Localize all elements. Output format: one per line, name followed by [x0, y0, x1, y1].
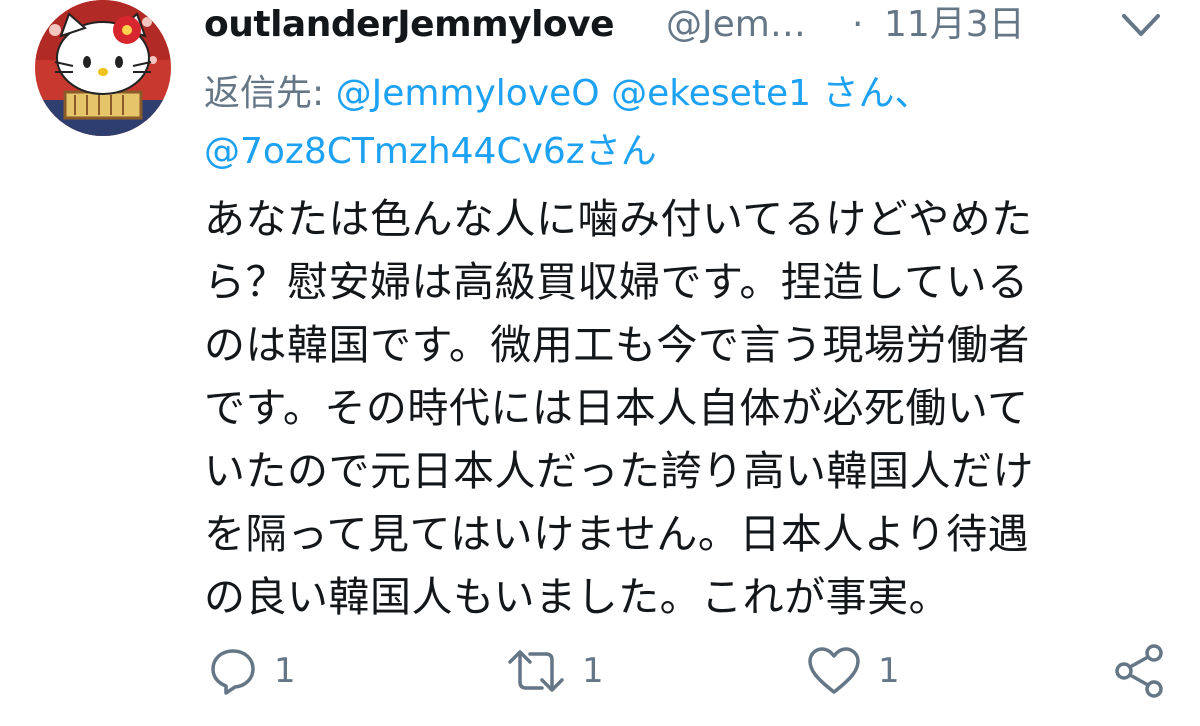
tweet-text-line: を隔って見てはいけません。日本人より待遇 — [204, 510, 1030, 558]
reply-mention-suffix: さん、 — [811, 73, 931, 114]
tweet-actions: 1 1 1 — [0, 636, 1200, 706]
reply-prefix: 返信先: — [204, 73, 336, 114]
chevron-down-icon[interactable] — [1118, 6, 1164, 46]
reply-icon — [208, 646, 258, 696]
tweet-text-line: のは韓国です。微用工も今で言う現場労働者 — [204, 321, 1030, 369]
tweet-text-line: です。その時代には日本人自体が必死働いて — [204, 384, 1029, 432]
tweet-text-line: ら？慰安婦は高級買収婦です。捏造している — [204, 258, 1029, 306]
reply-mention-link[interactable]: @7oz8CTmzh44Cv6z — [204, 131, 585, 172]
retweet-icon — [506, 646, 566, 696]
tweet-header: outlanderJemmylove @Jem… · 11月3日 — [204, 0, 1164, 50]
retweet-button[interactable]: 1 — [506, 636, 604, 706]
replying-to: 返信先: @JemmyloveO @ekesete1 さん、 — [204, 68, 930, 120]
reply-button[interactable]: 1 — [208, 636, 296, 706]
share-icon — [1112, 643, 1168, 699]
avatar[interactable] — [35, 0, 171, 136]
display-name[interactable]: outlanderJemmylove — [204, 0, 615, 50]
like-count: 1 — [878, 651, 900, 691]
reply-count: 1 — [274, 651, 296, 691]
tweet-text-line: の良い韓国人もいました。これが事実。 — [204, 573, 951, 621]
tweet-text-line: いたので元日本人だった誇り高い韓国人だけ — [204, 447, 1034, 495]
replying-to-continued: @7oz8CTmzh44Cv6zさん — [204, 126, 657, 178]
reply-mention-link[interactable]: @JemmyloveO — [336, 73, 600, 114]
tweet-text: あなたは色んな人に噛み付いてるけどやめた ら？慰安婦は高級買収婦です。捏造してい… — [204, 188, 1154, 629]
share-button[interactable] — [1112, 636, 1168, 706]
reply-mention-suffix: さん — [584, 131, 657, 172]
user-handle[interactable]: @Jem… — [666, 0, 806, 50]
avatar-image — [35, 0, 171, 136]
retweet-count: 1 — [582, 651, 604, 691]
tweet-date[interactable]: 11月3日 — [884, 0, 1025, 50]
separator-dot: · — [852, 4, 864, 45]
reply-mention-link[interactable]: @ekesete1 — [611, 73, 811, 114]
tweet-text-line: あなたは色んな人に噛み付いてるけどやめた — [204, 195, 1033, 243]
like-button[interactable]: 1 — [806, 636, 900, 706]
heart-icon — [806, 646, 862, 696]
